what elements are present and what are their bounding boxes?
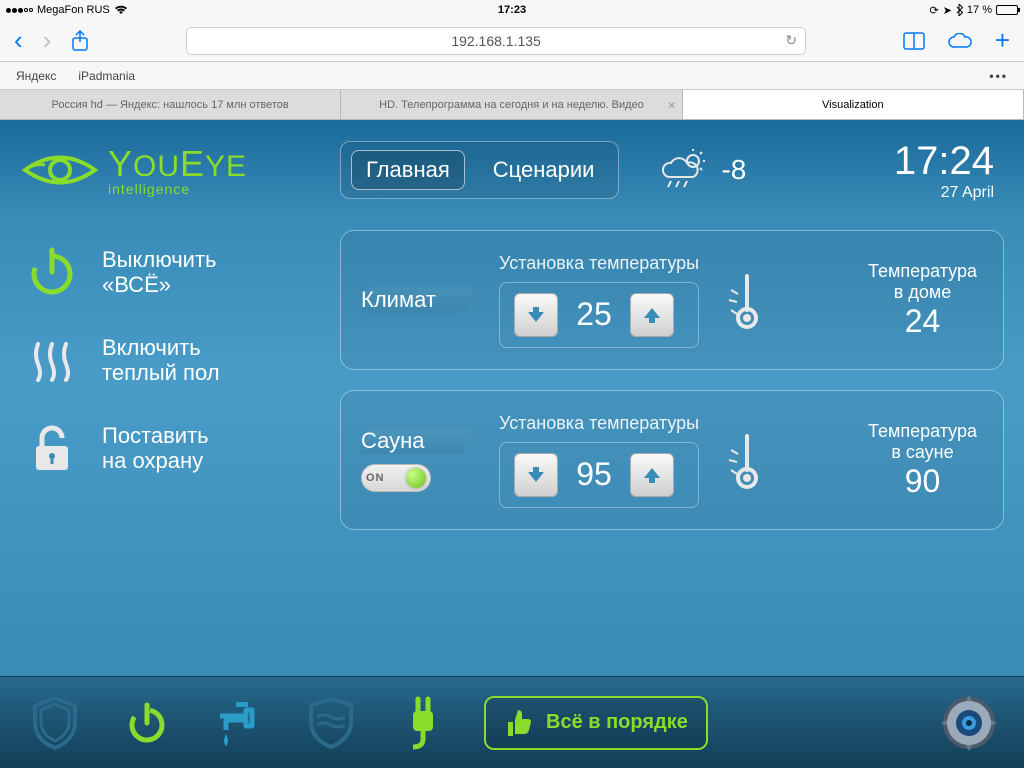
- thermometer-icon: [727, 430, 767, 490]
- tab-tv-program[interactable]: HD. Телепрограмма на сегодня и на неделю…: [341, 90, 682, 119]
- reload-icon[interactable]: ↻: [785, 32, 797, 49]
- smart-home-app: YOUEYE intelligence Главная Сценарии -8 …: [0, 120, 1024, 768]
- location-icon: ➤: [943, 4, 952, 17]
- sidebar-item-arm[interactable]: Поставитьна охрану: [20, 416, 320, 480]
- status-ok-text: Всё в порядке: [546, 711, 688, 734]
- logo-text: YOUEYE: [108, 143, 247, 185]
- sauna-setpoint-value: 95: [572, 456, 616, 493]
- weather-widget: -8: [659, 149, 746, 191]
- sauna-panel: Сауна ON Установка температуры 95: [340, 390, 1004, 530]
- heat-waves-icon: [20, 328, 84, 392]
- sidebar-item-floor-heat[interactable]: Включитьтеплый пол: [20, 328, 320, 392]
- nav-pills: Главная Сценарии: [340, 141, 619, 199]
- climate-panel: Климат Установка температуры 25: [340, 230, 1004, 370]
- climate-setpoint-label: Установка температуры: [499, 253, 699, 274]
- safari-toolbar: ‹ › 192.168.1.135 ↻ +: [0, 20, 1024, 62]
- browser-tabs: Россия hd — Яндекс: нашлось 17 млн ответ…: [0, 90, 1024, 120]
- sauna-stepper: 95: [499, 442, 699, 508]
- wifi-icon: [114, 5, 128, 15]
- share-button[interactable]: [71, 30, 89, 52]
- tab-yandex-search[interactable]: Россия hd — Яндекс: нашлось 17 млн ответ…: [0, 90, 341, 119]
- close-tab-icon[interactable]: ×: [667, 97, 675, 113]
- house-temp-block: Температура в доме 24: [868, 261, 983, 340]
- climate-temp-up[interactable]: [630, 293, 674, 337]
- signal-icon: [6, 8, 33, 13]
- power-nav-icon[interactable]: [116, 692, 178, 754]
- bluetooth-icon: [956, 4, 963, 16]
- bookmarks-more[interactable]: •••: [989, 69, 1008, 83]
- climate-tab-label: Климат: [361, 287, 471, 313]
- bookmarks-bar: Яндекс iPadmania •••: [0, 62, 1024, 90]
- sauna-temp-value: 90: [868, 463, 977, 500]
- status-time: 17:23: [306, 4, 718, 16]
- climate-setpoint-value: 25: [572, 296, 616, 333]
- sauna-temp-down[interactable]: [514, 453, 558, 497]
- app-logo: YOUEYE intelligence: [20, 143, 320, 197]
- thumbs-up-icon: [504, 708, 534, 738]
- icloud-tabs-button[interactable]: [947, 33, 973, 49]
- sauna-tab-label: Сауна: [361, 428, 471, 454]
- sidebar: Выключить«ВСЁ» Включитьтеплый пол Постав…: [20, 230, 320, 640]
- eye-icon: [20, 145, 100, 195]
- sidebar-item-off-all[interactable]: Выключить«ВСЁ»: [20, 240, 320, 304]
- new-tab-button[interactable]: +: [995, 25, 1010, 56]
- clock-widget: 17:24 27 April: [894, 139, 1004, 202]
- water-shield-icon[interactable]: [300, 692, 362, 754]
- security-shield-icon[interactable]: [24, 692, 86, 754]
- url-text: 192.168.1.135: [451, 33, 541, 49]
- weather-icon: [659, 149, 709, 191]
- nav-scenarios[interactable]: Сценарии: [479, 151, 609, 189]
- orientation-lock-icon: ⟳: [929, 4, 938, 17]
- settings-gear-icon[interactable]: [938, 692, 1000, 754]
- bookmark-yandex[interactable]: Яндекс: [16, 69, 56, 83]
- forward-button[interactable]: ›: [43, 25, 52, 56]
- battery-pct: 17 %: [967, 4, 992, 16]
- clock-time: 17:24: [894, 139, 994, 184]
- clock-date: 27 April: [894, 184, 994, 202]
- bottom-bar: Всё в порядке: [0, 676, 1024, 768]
- tab-visualization[interactable]: Visualization: [683, 90, 1024, 119]
- climate-temp-down[interactable]: [514, 293, 558, 337]
- toggle-knob: [406, 468, 426, 488]
- plug-icon[interactable]: [392, 692, 454, 754]
- sauna-setpoint-label: Установка температуры: [499, 413, 699, 434]
- ios-status-bar: MegaFon RUS 17:23 ⟳ ➤ 17 %: [0, 0, 1024, 20]
- carrier-label: MegaFon RUS: [37, 4, 110, 16]
- climate-stepper: 25: [499, 282, 699, 348]
- lock-open-icon: [20, 416, 84, 480]
- sauna-toggle[interactable]: ON: [361, 464, 431, 492]
- bookmark-ipadmania[interactable]: iPadmania: [78, 69, 135, 83]
- power-icon: [20, 240, 84, 304]
- back-button[interactable]: ‹: [14, 25, 23, 56]
- thermometer-icon: [727, 270, 767, 330]
- status-ok-badge: Всё в порядке: [484, 696, 708, 750]
- sauna-temp-up[interactable]: [630, 453, 674, 497]
- sauna-temp-block: Температура в сауне 90: [868, 421, 983, 500]
- nav-main[interactable]: Главная: [351, 150, 465, 190]
- house-temp-value: 24: [868, 303, 977, 340]
- url-bar[interactable]: 192.168.1.135 ↻: [186, 27, 806, 55]
- outdoor-temp: -8: [721, 154, 746, 186]
- battery-icon: [996, 5, 1018, 15]
- water-tap-icon[interactable]: [208, 692, 270, 754]
- bookmarks-button[interactable]: [903, 32, 925, 50]
